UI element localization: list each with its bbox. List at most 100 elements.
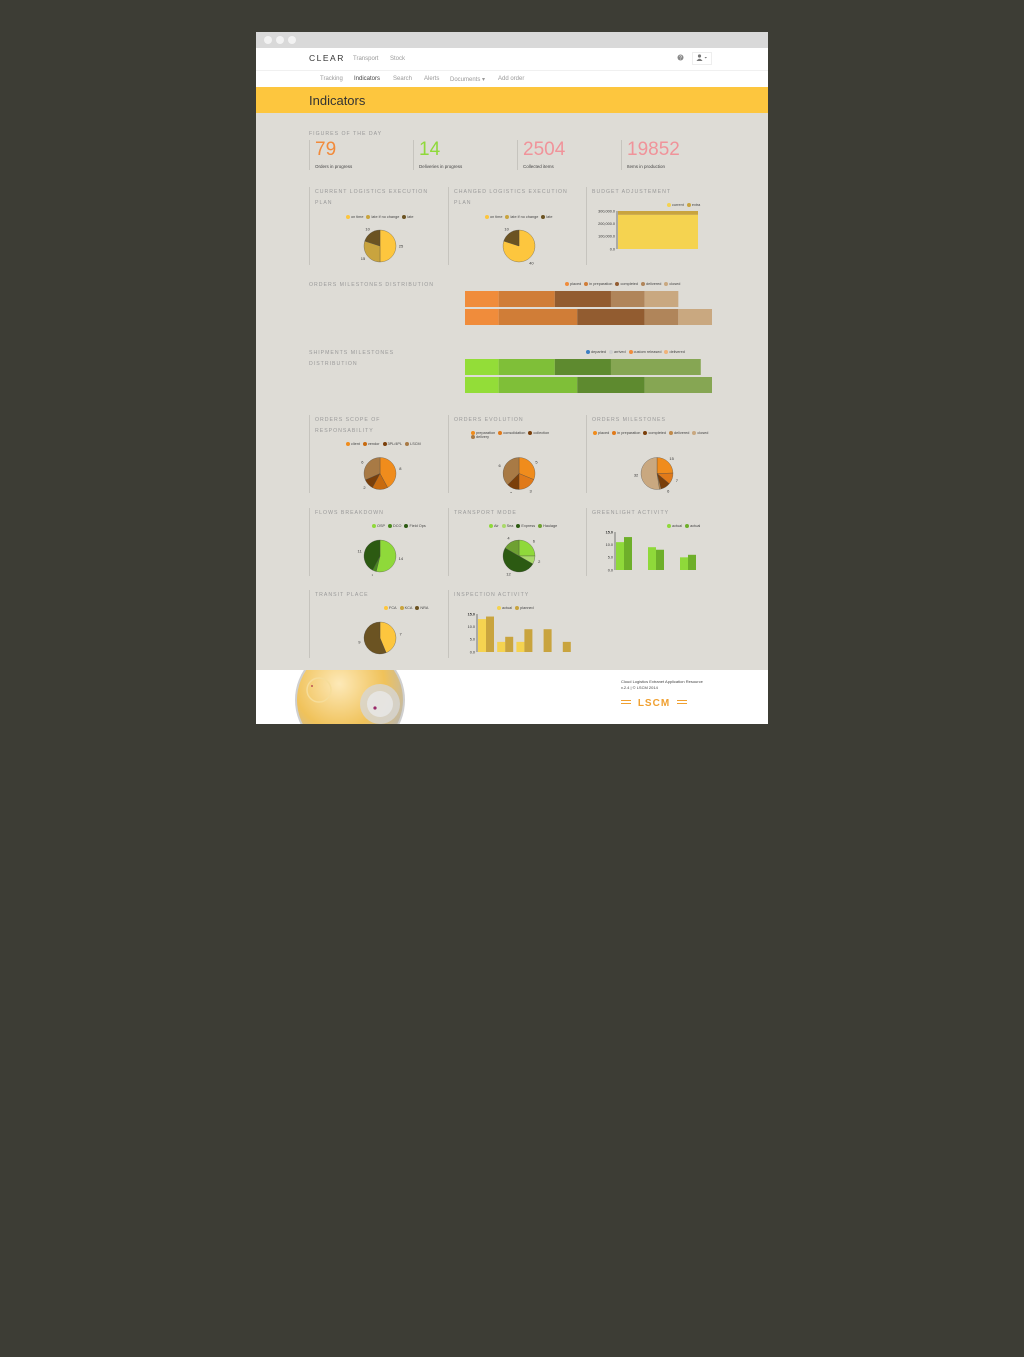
footer-version: v.2.4 | © LSCM 2014 [621, 685, 658, 690]
bar [624, 537, 632, 570]
panel-current-plan: CURRENT LOGISTICS EXECUTION PLAN on time l… [309, 187, 440, 265]
figures-heading: FIGURES OF THE DAY [309, 131, 383, 137]
slice-label: 6 [533, 539, 536, 544]
page-footer: Cloud Logistics Extranet Application Res… [256, 670, 768, 724]
stacked-bar-chart [465, 291, 712, 325]
close-window-icon[interactable] [264, 36, 272, 44]
svg-text:?: ? [679, 55, 682, 61]
figure-value: 2504 [523, 139, 566, 160]
nav-transport[interactable]: Transport [353, 56, 378, 62]
bar [680, 557, 688, 570]
bar-segment [498, 291, 555, 307]
chart-title: ORDERS EVOLUTION [454, 417, 524, 423]
pie-slice [379, 229, 397, 263]
brand-logo[interactable]: CLEAR [309, 53, 345, 63]
y-tick-label: 100,000.0 [598, 235, 615, 239]
y-tick-label: 300,000.0 [598, 209, 615, 213]
figure-label: Deliveries in progress [419, 164, 463, 169]
user-icon [696, 54, 707, 61]
y-tick-label: 200,000.0 [598, 222, 615, 226]
tab-tracking[interactable]: Tracking [320, 76, 343, 82]
slice-label: 2 [538, 559, 541, 564]
pie-chart: 8 3 2 6 [361, 457, 402, 493]
y-tick-label: 0.0 [470, 650, 475, 654]
tab-add-order[interactable]: Add order [498, 76, 524, 82]
bar-segment [554, 359, 611, 375]
chart-legend: actual planned [497, 606, 537, 610]
bar-segment [465, 359, 499, 375]
minimize-window-icon[interactable] [276, 36, 284, 44]
figure-deliveries: 14 Deliveries in progress [413, 139, 514, 170]
bar-chart: 15.0 10.0 5.0 0.0 [468, 612, 571, 654]
chart-legend: placed in preparation completed delivered cl… [593, 431, 713, 435]
bar-segment [610, 291, 645, 307]
pie-chart: 40 10 [502, 227, 536, 265]
pie-chart: 15 7 6 1 32 [634, 456, 679, 493]
slice-label: 7 [399, 631, 402, 636]
lscm-logo-icon: LSCM [621, 698, 687, 708]
panel-inspection: INSPECTION ACTIVITY actual planned 15.0 10… [448, 590, 579, 658]
figure-label: Items in production [627, 164, 666, 169]
chart-title: TRANSPORT MODE [454, 510, 517, 516]
slice-label: 10 [365, 227, 370, 232]
chart-legend: OSP DCO Field Ops [372, 524, 429, 528]
chart-legend: FCA KCA NRA [384, 606, 431, 610]
y-tick-label: 5.0 [608, 556, 613, 560]
bar [505, 636, 514, 652]
maximize-window-icon[interactable] [288, 36, 296, 44]
y-tick-label: 15.0 [468, 612, 475, 616]
tab-alerts[interactable]: Alerts [424, 76, 439, 82]
figure-collected: 2504 Collected items [517, 139, 618, 170]
page-header: Indicators [256, 87, 768, 113]
bar [486, 616, 494, 652]
user-menu-button[interactable] [692, 52, 712, 65]
bar-segment [465, 309, 499, 325]
question-circle-icon[interactable]: ? [677, 54, 684, 63]
bar-chart: 300,000.0 200,000.0 100,000.0 0.0 [598, 209, 698, 251]
panel-flows: FLOWS BREAKDOWN OSP DCO Field Ops 14 1 11 [309, 508, 440, 576]
slice-label: 11 [358, 548, 363, 553]
chart-legend: Air Sea Express Haulage [489, 524, 560, 528]
slice-label: 6 [498, 463, 501, 468]
y-tick-label: 5.0 [470, 638, 475, 642]
slice-label: 4 [507, 535, 510, 540]
figure-orders: 79 Orders in progress [309, 139, 410, 170]
section-shipments-distribution: SHIPMENTS MILESTONES DISTRIBUTION [309, 350, 395, 367]
chart-title: CHANGED LOGISTICS EXECUTION PLAN [454, 189, 568, 206]
figure-label: Orders in progress [315, 164, 353, 169]
panel-scope: ORDERS SCOPE OF RESPONSABILITY client vend… [309, 415, 440, 493]
slice-label: 5 [535, 459, 538, 464]
bar-segment [498, 377, 578, 393]
slice-label: 9 [358, 640, 361, 645]
chart-legend: preparation consolidation collectiondelive… [471, 431, 561, 439]
nav-stock[interactable]: Stock [390, 56, 405, 62]
y-tick-label: 0.0 [610, 247, 615, 251]
sub-navbar: Tracking Indicators Search Alerts Docume… [256, 70, 768, 88]
bar [618, 211, 698, 215]
bar-segment [577, 309, 645, 325]
chart-legend: on time late if no change late [485, 215, 555, 219]
tab-indicators[interactable]: Indicators [354, 76, 380, 82]
bar-chart: 15.0 10.0 5.0 0.0 [606, 530, 696, 572]
pie-chart: 14111 [358, 539, 404, 576]
panel-orders-evolution: ORDERS EVOLUTION preparation consolidatio… [448, 415, 579, 493]
bar-segment [465, 377, 499, 393]
panel-transit: TRANSIT PLACE FCA KCA NRA 79 [309, 590, 440, 658]
tab-search[interactable]: Search [393, 76, 412, 82]
slice-label: 25 [399, 244, 404, 249]
bar [562, 641, 571, 652]
bar [497, 641, 506, 652]
bar-segment [577, 377, 645, 393]
y-tick-label: 15.0 [606, 530, 613, 534]
chart-legend: departed arrived custom released delivered [586, 350, 688, 354]
pie-chart: 25 15 10 [361, 227, 404, 263]
slice-label: 15 [669, 456, 674, 461]
bar-segment [554, 291, 611, 307]
y-tick-label: 10.0 [606, 543, 613, 547]
slice-label: 10 [504, 227, 509, 232]
tab-documents[interactable]: Documents ▾ [450, 76, 485, 83]
panel-budget: BUDGET ADJUSTEMENT current extra 300,000.… [586, 187, 717, 265]
lscm-logo-text: LSCM [638, 698, 670, 708]
page-title: Indicators [309, 93, 366, 108]
bar-segment [498, 309, 578, 325]
